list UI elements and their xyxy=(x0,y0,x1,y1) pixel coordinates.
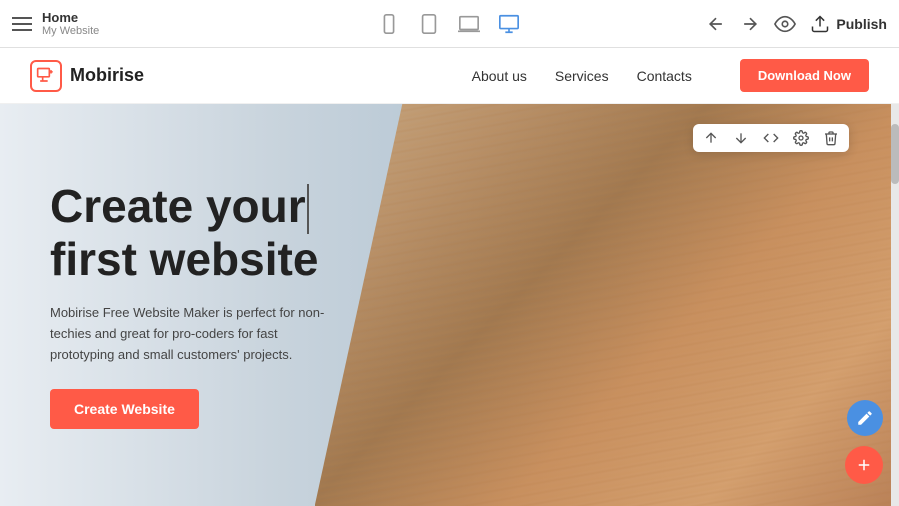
publish-button[interactable]: Publish xyxy=(810,14,887,34)
edit-fab-button[interactable] xyxy=(847,400,883,436)
code-button[interactable] xyxy=(763,130,779,146)
toolbar-actions: Publish xyxy=(601,13,887,35)
download-button[interactable]: Download Now xyxy=(740,59,869,92)
settings-button[interactable] xyxy=(793,130,809,146)
toolbar-left: Home My Website xyxy=(12,10,298,37)
hero-section: Create your first website Mobirise Free … xyxy=(0,104,899,506)
logo-icon xyxy=(30,60,62,92)
hero-description: Mobirise Free Website Maker is perfect f… xyxy=(50,303,340,365)
site-navbar: Mobirise About us Services Contacts Down… xyxy=(0,48,899,104)
preview-wrapper: Mobirise About us Services Contacts Down… xyxy=(0,48,899,506)
hero-content: Create your first website Mobirise Free … xyxy=(0,181,340,430)
delete-button[interactable] xyxy=(823,130,839,146)
hero-background-image xyxy=(315,104,899,506)
nav-contacts[interactable]: Contacts xyxy=(637,68,692,84)
float-toolbar xyxy=(693,124,849,152)
page-subtitle: My Website xyxy=(42,25,99,37)
site-nav: About us Services Contacts Download Now xyxy=(472,59,869,92)
cta-button[interactable]: Create Website xyxy=(50,389,199,429)
device-switcher xyxy=(306,13,592,35)
back-button[interactable] xyxy=(706,14,726,34)
tablet-device-icon[interactable] xyxy=(418,13,440,35)
hero-title: Create your first website xyxy=(50,181,340,285)
menu-icon[interactable] xyxy=(12,17,32,31)
top-toolbar: Home My Website xyxy=(0,0,899,48)
forward-button[interactable] xyxy=(740,14,760,34)
nav-services[interactable]: Services xyxy=(555,68,609,84)
laptop-device-icon[interactable] xyxy=(458,13,480,35)
page-title: Home xyxy=(42,10,99,25)
preview-button[interactable] xyxy=(774,13,796,35)
mobile-device-icon[interactable] xyxy=(378,13,400,35)
add-fab-button[interactable] xyxy=(845,446,883,484)
scrollbar[interactable] xyxy=(891,104,899,506)
nav-about[interactable]: About us xyxy=(472,68,527,84)
scrollbar-thumb[interactable] xyxy=(891,124,899,184)
move-down-button[interactable] xyxy=(733,130,749,146)
text-cursor xyxy=(307,184,309,234)
site-logo: Mobirise xyxy=(30,60,472,92)
page-info: Home My Website xyxy=(42,10,99,37)
site-logo-text: Mobirise xyxy=(70,65,144,86)
move-up-button[interactable] xyxy=(703,130,719,146)
desktop-device-icon[interactable] xyxy=(498,13,520,35)
